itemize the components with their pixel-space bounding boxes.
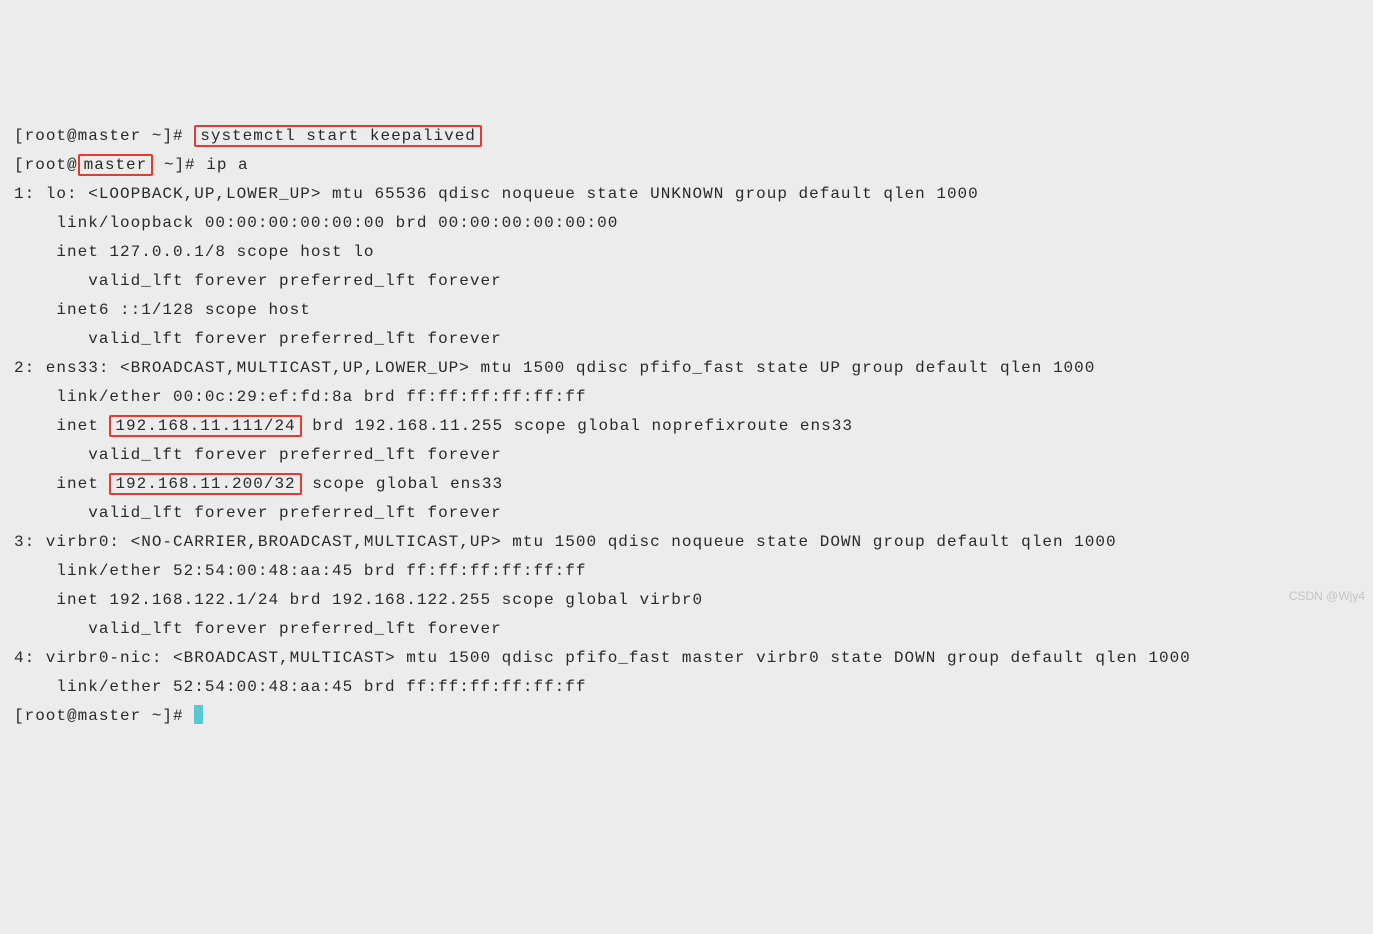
iface-lo-link: link/loopback 00:00:00:00:00:00 brd 00:0… (14, 214, 618, 232)
highlight-command: systemctl start keepalived (194, 125, 482, 147)
prompt-line-1: [root@master ~]# systemctl start keepali… (14, 127, 482, 145)
iface-virbr0-inet: inet 192.168.122.1/24 brd 192.168.122.25… (14, 591, 703, 609)
iface-virbr0nic-header: 4: virbr0-nic: <BROADCAST,MULTICAST> mtu… (14, 649, 1191, 667)
iface-virbr0-valid1: valid_lft forever preferred_lft forever (14, 620, 502, 638)
iface-virbr0-link: link/ether 52:54:00:48:aa:45 brd ff:ff:f… (14, 562, 586, 580)
cursor-icon (194, 705, 203, 724)
terminal-output: [root@master ~]# systemctl start keepali… (14, 122, 1365, 731)
iface-lo-inet6: inet6 ::1/128 scope host (14, 301, 321, 319)
prompt-line-2: [root@master ~]# ip a (14, 156, 249, 174)
highlight-ip-primary: 192.168.11.111/24 (109, 415, 301, 437)
iface-ens33-header: 2: ens33: <BROADCAST,MULTICAST,UP,LOWER_… (14, 359, 1095, 377)
iface-ens33-valid1: valid_lft forever preferred_lft forever (14, 446, 502, 464)
highlight-host: master (78, 154, 154, 176)
iface-lo-valid1: valid_lft forever preferred_lft forever (14, 272, 502, 290)
prompt-line-3[interactable]: [root@master ~]# (14, 707, 203, 725)
iface-ens33-link: link/ether 00:0c:29:ef:fd:8a brd ff:ff:f… (14, 388, 586, 406)
watermark-text: CSDN @Wjy4 (1289, 582, 1365, 611)
highlight-ip-vip: 192.168.11.200/32 (109, 473, 301, 495)
iface-ens33-inet-a: inet 192.168.11.111/24 brd 192.168.11.25… (14, 417, 853, 435)
iface-ens33-inet-b: inet 192.168.11.200/32 scope global ens3… (14, 475, 503, 493)
iface-ens33-valid2: valid_lft forever preferred_lft forever (14, 504, 502, 522)
iface-lo-valid2: valid_lft forever preferred_lft forever (14, 330, 502, 348)
iface-lo-inet: inet 127.0.0.1/8 scope host lo (14, 243, 374, 261)
iface-lo-header: 1: lo: <LOOPBACK,UP,LOWER_UP> mtu 65536 … (14, 185, 979, 203)
iface-virbr0-header: 3: virbr0: <NO-CARRIER,BROADCAST,MULTICA… (14, 533, 1117, 551)
iface-virbr0nic-link: link/ether 52:54:00:48:aa:45 brd ff:ff:f… (14, 678, 586, 696)
